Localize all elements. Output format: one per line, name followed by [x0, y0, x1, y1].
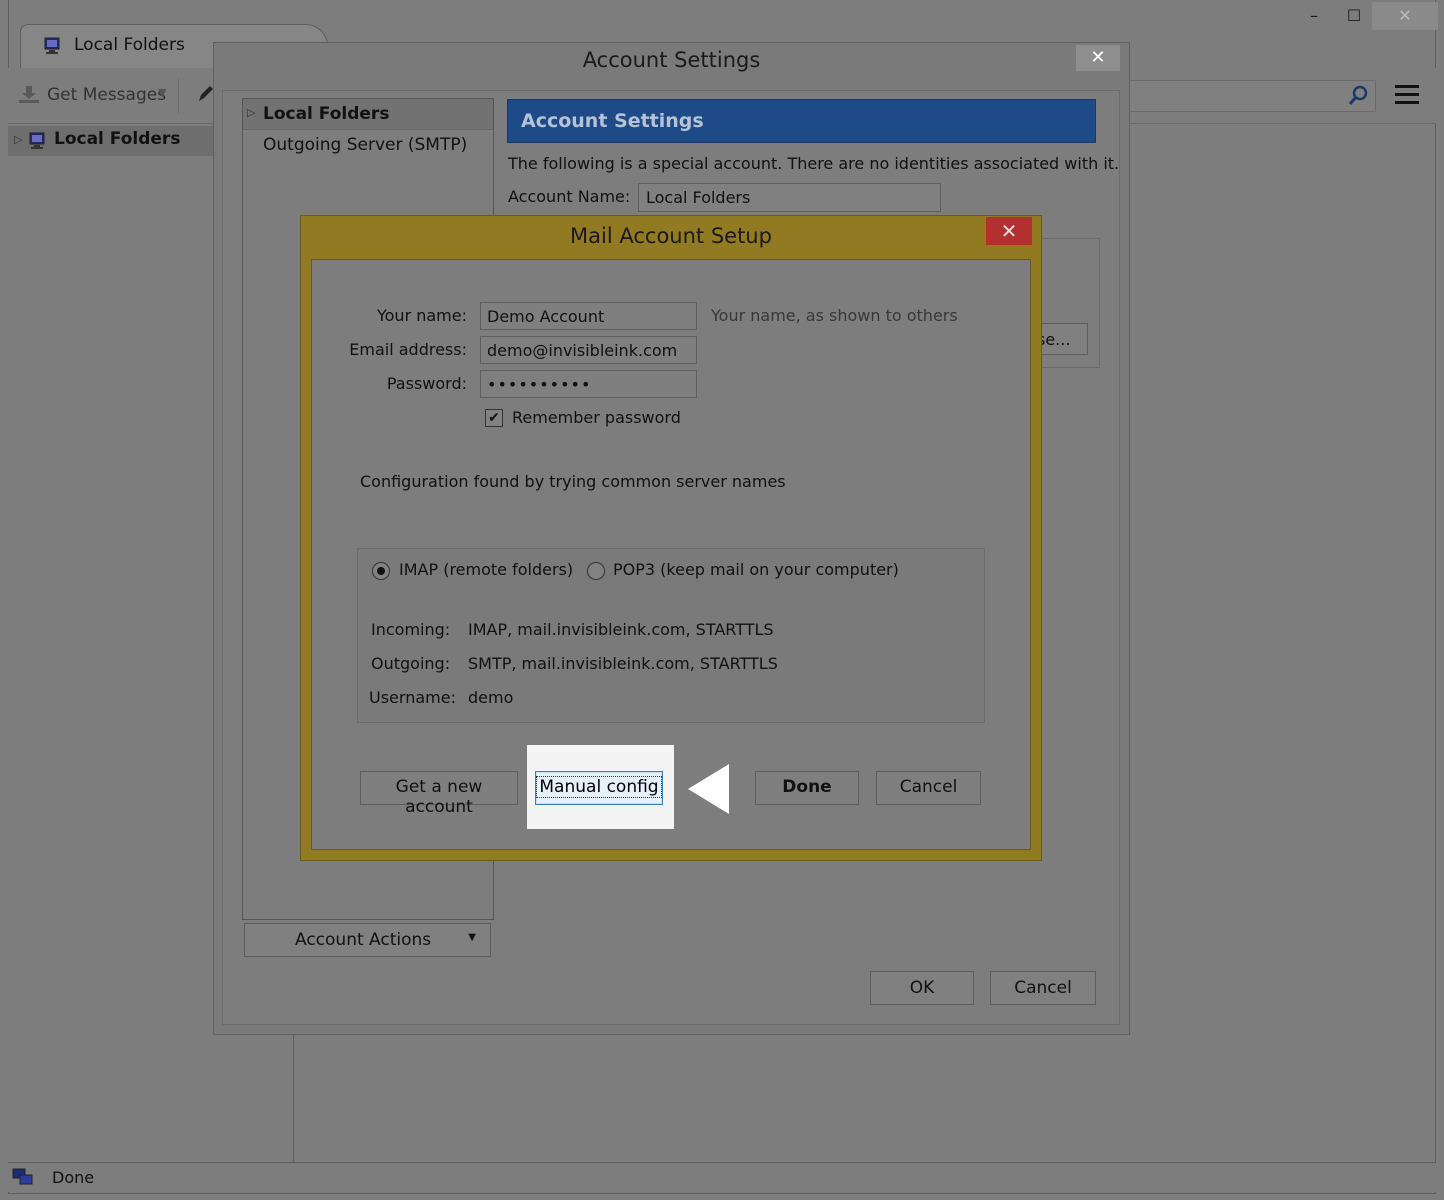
- tree-item-label: Local Folders: [263, 104, 390, 124]
- close-window-button[interactable]: ✕: [1372, 2, 1438, 30]
- imap-label[interactable]: IMAP (remote folders): [399, 560, 573, 579]
- account-description: The following is a special account. Ther…: [508, 154, 1120, 173]
- manual-config-button[interactable]: Manual config: [535, 771, 663, 805]
- username-value: demo: [468, 688, 514, 707]
- pop3-label[interactable]: POP3 (keep mail on your computer): [613, 560, 899, 579]
- status-bar: Done: [8, 1162, 1436, 1192]
- write-icon[interactable]: [196, 84, 214, 104]
- your-name-label: Your name:: [376, 306, 467, 325]
- expand-arrow-icon[interactable]: ▷: [247, 106, 255, 119]
- local-folders-icon: [44, 37, 60, 54]
- minimize-button[interactable]: –: [1294, 2, 1334, 30]
- email-label: Email address:: [349, 340, 467, 359]
- account-actions-button[interactable]: Account Actions ▼: [244, 923, 491, 957]
- outgoing-value: SMTP, mail.invisibleink.com, STARTTLS: [468, 654, 778, 673]
- expand-arrow-icon[interactable]: ▷: [14, 133, 22, 146]
- done-button[interactable]: Done: [755, 771, 859, 805]
- password-field[interactable]: ••••••••••: [480, 370, 697, 398]
- dialog-title: Account Settings: [582, 48, 761, 72]
- outgoing-label: Outgoing:: [371, 654, 451, 673]
- ok-button[interactable]: OK: [870, 971, 974, 1005]
- search-field[interactable]: [1128, 80, 1376, 112]
- cancel-button[interactable]: Cancel: [990, 971, 1096, 1005]
- incoming-value: IMAP, mail.invisibleink.com, STARTTLS: [468, 620, 774, 639]
- hamburger-menu-icon[interactable]: [1392, 82, 1422, 108]
- pointer-arrow-icon: [688, 764, 729, 814]
- pop3-radio[interactable]: [587, 562, 605, 580]
- get-messages-label: Get Messages: [47, 85, 167, 105]
- close-icon[interactable]: ✕: [1076, 45, 1120, 71]
- cancel-setup-button[interactable]: Cancel: [876, 771, 981, 805]
- incoming-label: Incoming:: [371, 620, 451, 639]
- maximize-button[interactable]: ☐: [1334, 2, 1374, 30]
- chevron-down-icon: ▼: [468, 932, 476, 943]
- dialog-title: Mail Account Setup: [570, 224, 772, 248]
- account-actions-label: Account Actions: [295, 930, 432, 950]
- tree-item-local-folders[interactable]: ▷ Local Folders: [243, 99, 493, 130]
- settings-banner: Account Settings: [507, 99, 1096, 143]
- your-name-field[interactable]: Demo Account: [480, 302, 697, 330]
- get-messages-dropdown-icon[interactable]: ▼: [158, 86, 166, 99]
- download-icon: [19, 86, 39, 103]
- status-text: Done: [52, 1168, 95, 1187]
- tree-item-outgoing-server[interactable]: Outgoing Server (SMTP): [263, 135, 467, 155]
- remember-password-label[interactable]: Remember password: [512, 408, 681, 427]
- close-icon[interactable]: ✕: [986, 217, 1032, 245]
- username-label: Username:: [369, 688, 456, 707]
- account-name-field[interactable]: Local Folders: [638, 183, 941, 212]
- folder-label: Local Folders: [54, 129, 181, 149]
- online-status-icon[interactable]: [12, 1168, 34, 1188]
- toolbar-separator: [178, 79, 179, 113]
- remember-password-checkbox[interactable]: ✔: [485, 409, 503, 427]
- account-name-label: Account Name:: [508, 187, 631, 206]
- name-hint: Your name, as shown to others: [711, 306, 958, 325]
- search-icon[interactable]: [1347, 85, 1369, 107]
- banner-title: Account Settings: [521, 110, 704, 132]
- email-field[interactable]: demo@invisibleink.com: [480, 336, 697, 364]
- imap-radio[interactable]: [372, 562, 390, 580]
- password-label: Password:: [386, 374, 467, 393]
- browse-button[interactable]: se...: [1036, 323, 1088, 355]
- get-new-account-button[interactable]: Get a new account: [360, 771, 518, 817]
- tab-label: Local Folders: [74, 35, 185, 55]
- manual-config-label: Manual config: [536, 776, 662, 798]
- config-status-message: Configuration found by trying common ser…: [360, 472, 786, 491]
- local-folders-icon: [29, 132, 45, 149]
